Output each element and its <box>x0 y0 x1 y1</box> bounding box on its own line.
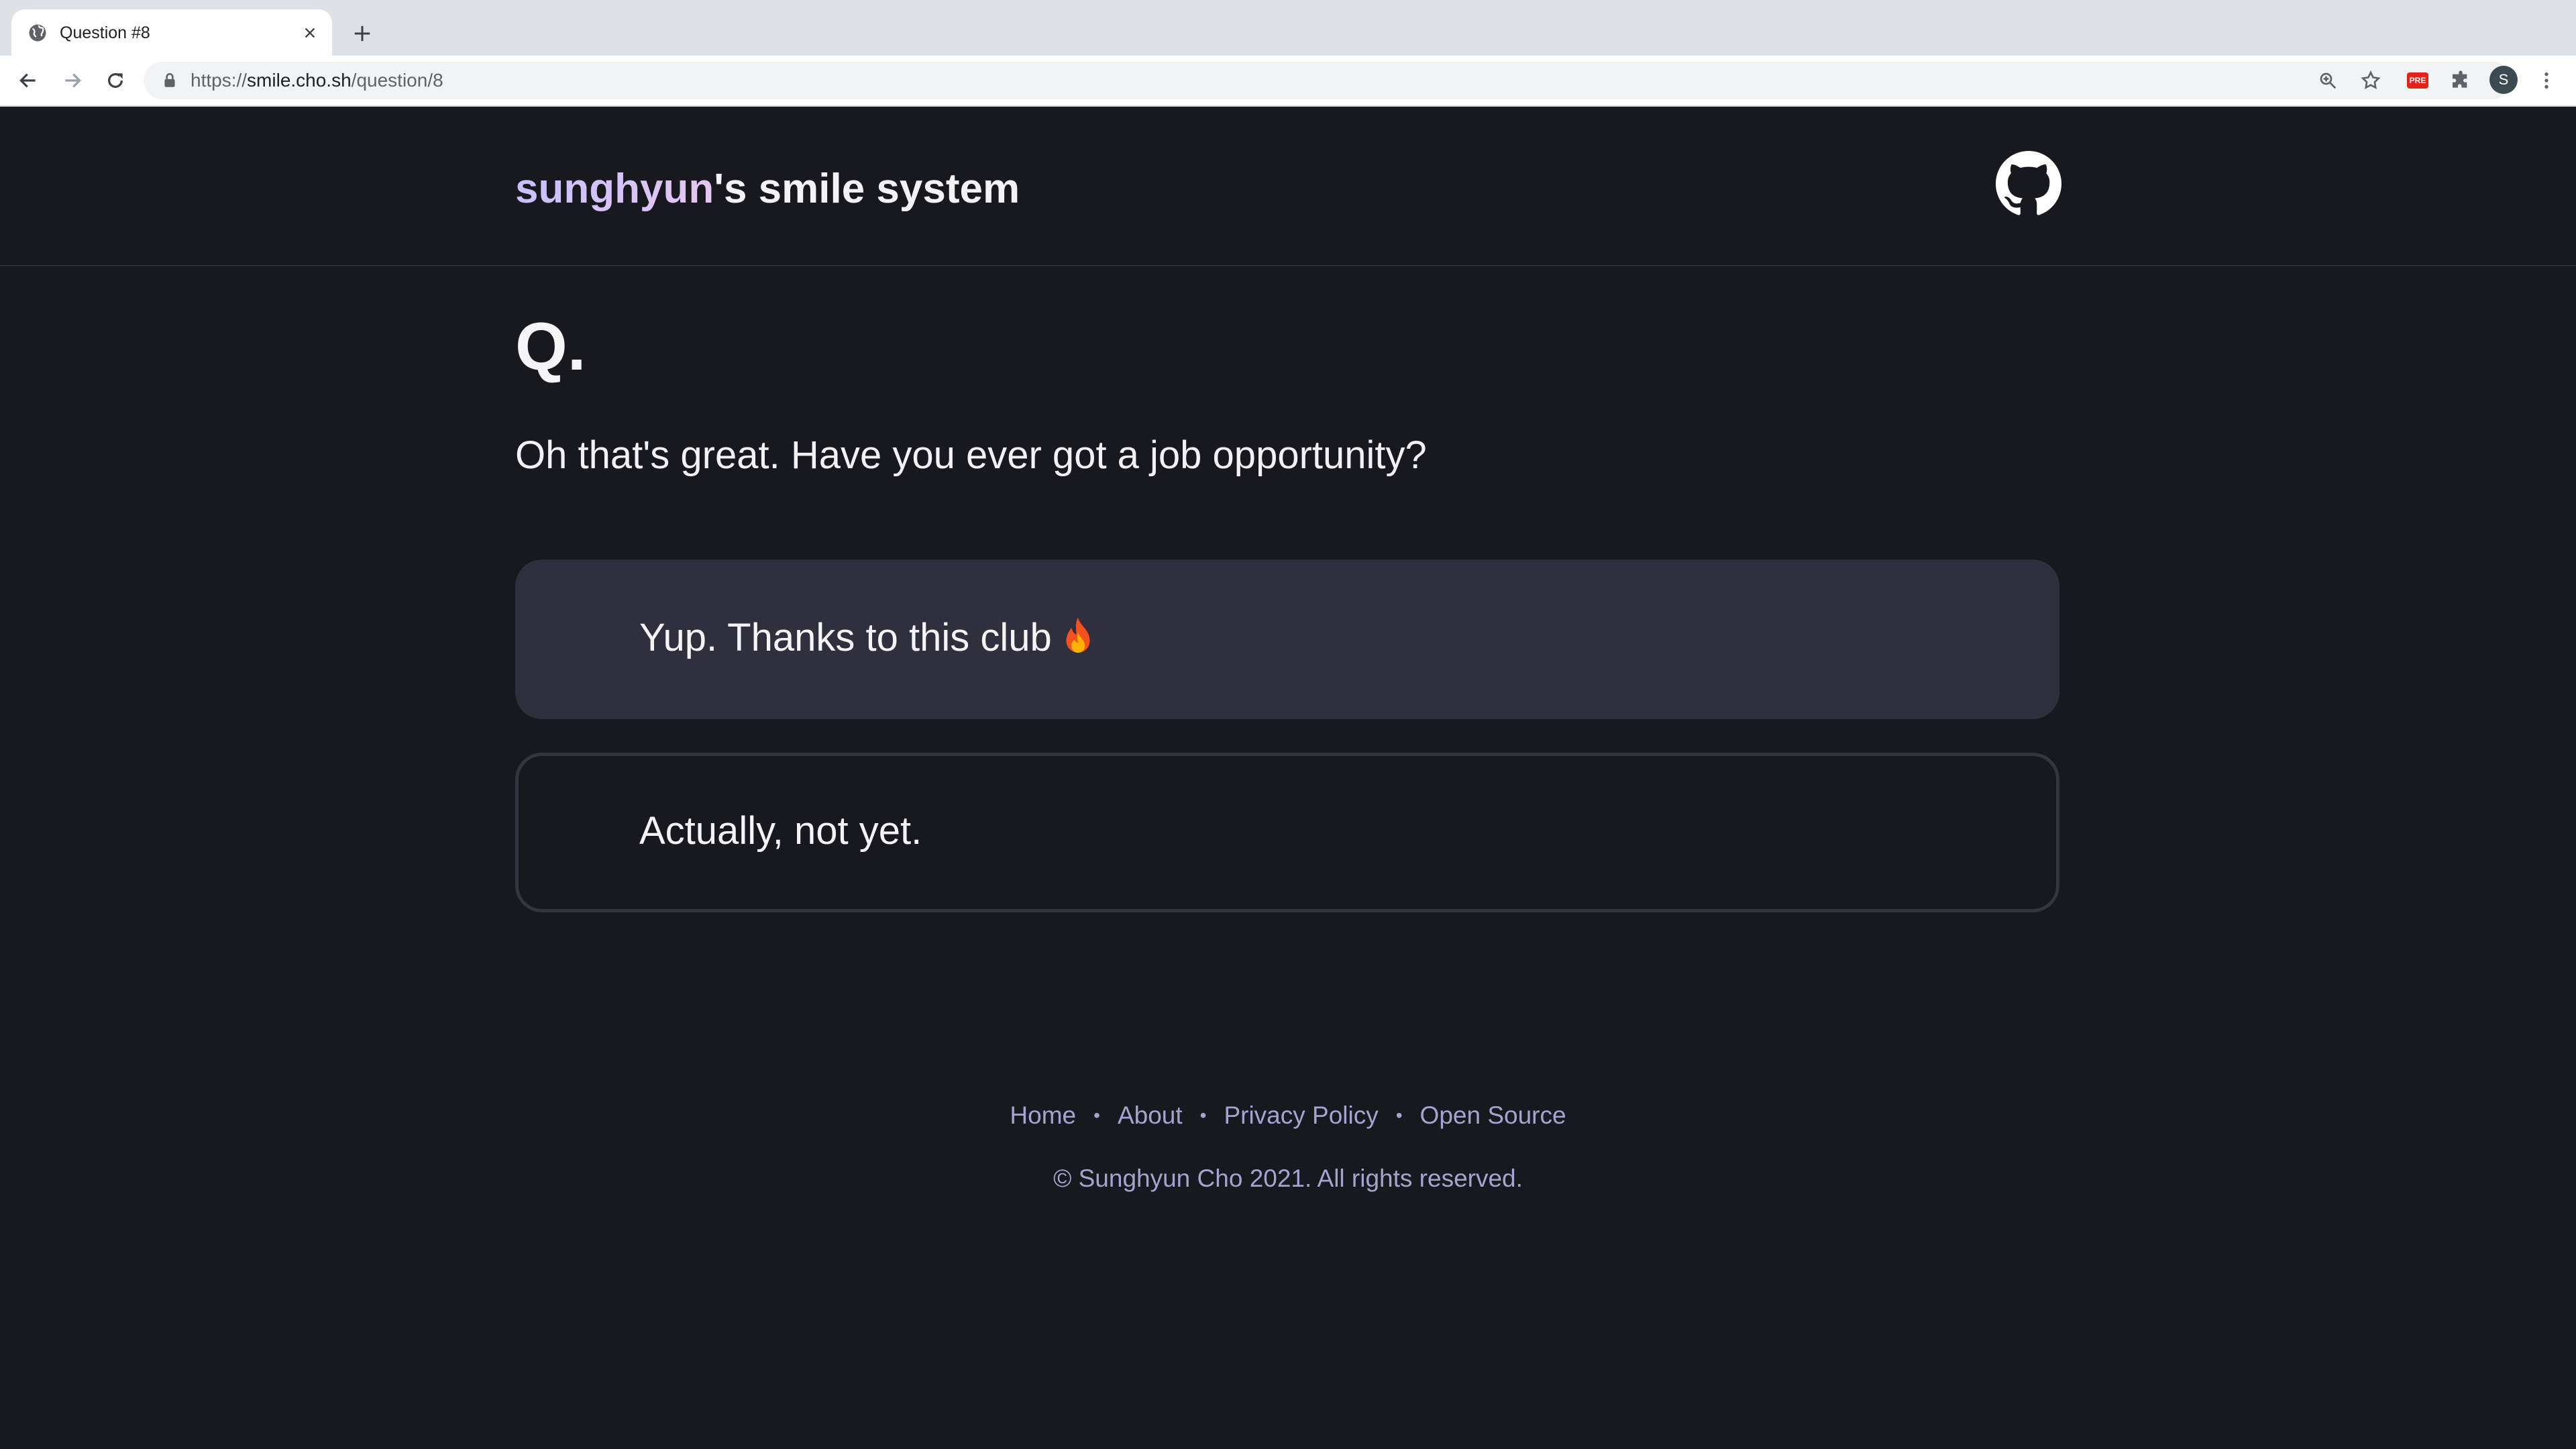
footer-separator: • <box>1395 1105 1403 1126</box>
answer-label: Yup. Thanks to this club <box>639 614 1095 661</box>
footer-link-privacy-policy[interactable]: Privacy Policy <box>1224 1102 1378 1129</box>
footer-separator: • <box>1093 1105 1100 1126</box>
site-title-rest: 's smile system <box>714 166 1020 212</box>
globe-icon <box>29 24 46 42</box>
copyright-text: © Sunghyun Cho 2021. All rights reserved… <box>1053 1165 1523 1192</box>
puzzle-extensions-icon[interactable] <box>2446 66 2475 95</box>
footer-link-open-source[interactable]: Open Source <box>1420 1102 1566 1129</box>
extension-icon[interactable]: PRE <box>2403 66 2432 95</box>
forward-arrow-icon[interactable] <box>58 66 87 95</box>
reload-icon[interactable] <box>101 66 130 95</box>
browser-toolbar: https://smile.cho.sh/question/8 PRE S <box>0 56 2576 107</box>
footer-separator: • <box>1199 1105 1207 1126</box>
site-title[interactable]: sunghyun's smile system <box>515 166 1020 213</box>
answer-option-no[interactable]: Actually, not yet. <box>515 753 2059 912</box>
browser-tab[interactable]: Question #8 <box>11 9 332 56</box>
profile-avatar[interactable]: S <box>2489 66 2518 94</box>
site-header: sunghyun's smile system <box>0 107 2576 266</box>
footer-link-about[interactable]: About <box>1118 1102 1183 1129</box>
back-arrow-icon[interactable] <box>13 66 43 95</box>
answer-label: Actually, not yet. <box>639 809 922 853</box>
zoom-icon[interactable] <box>2314 67 2341 94</box>
footer-links: Home • About • Privacy Policy • Open Source <box>0 1100 2576 1131</box>
browser-tabstrip: Question #8 <box>0 0 2576 56</box>
site-title-name: sunghyun <box>515 166 714 212</box>
question-marker: Q. <box>515 309 586 384</box>
github-icon[interactable] <box>1996 151 2061 217</box>
fire-emoji-icon <box>1066 617 1090 653</box>
url-text: https://smile.cho.sh/question/8 <box>191 70 443 91</box>
kebab-menu-icon[interactable] <box>2532 66 2561 95</box>
answer-option-yes[interactable]: Yup. Thanks to this club <box>515 559 2059 719</box>
address-bar[interactable]: https://smile.cho.sh/question/8 <box>144 62 2512 99</box>
close-tab-icon[interactable] <box>299 21 321 44</box>
footer-link-home[interactable]: Home <box>1010 1102 1076 1129</box>
tab-title: Question #8 <box>60 23 150 42</box>
new-tab-icon[interactable] <box>347 19 377 48</box>
question-text: Oh that's great. Have you ever got a job… <box>515 433 1427 477</box>
bookmark-star-icon[interactable] <box>2357 67 2384 94</box>
lock-icon <box>164 72 175 87</box>
